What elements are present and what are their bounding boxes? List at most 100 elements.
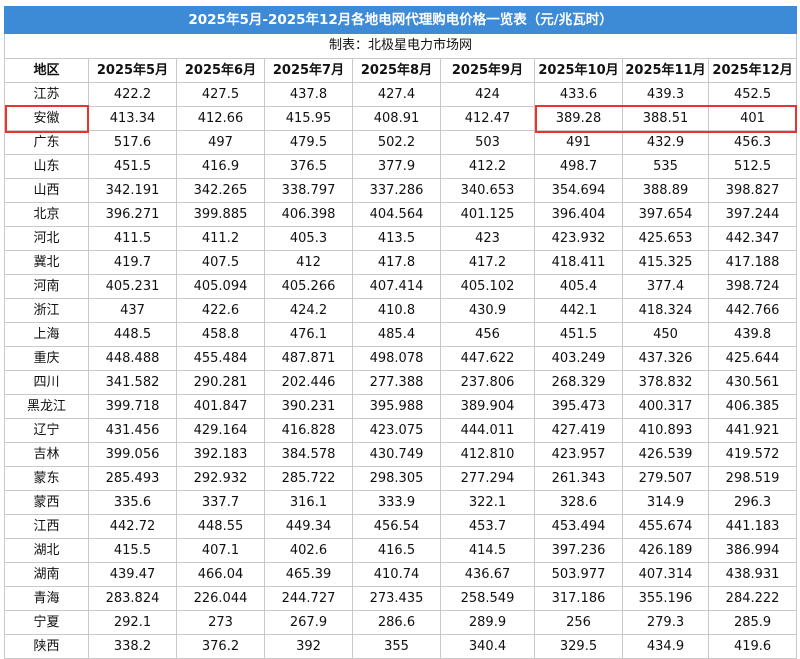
- table-row: 蒙西 335.6 337.7 316.1 333.9 322.1 328.6 314.9 296…: [4, 490, 798, 515]
- price-cell: 337.286: [352, 178, 441, 203]
- price-cell: 424.2: [264, 298, 353, 323]
- price-cell: 419.572: [707, 442, 798, 467]
- price-cell: 422.2: [88, 82, 177, 107]
- price-cell: 444.011: [440, 418, 535, 443]
- price-cell: 354.694: [534, 178, 623, 203]
- price-cell: 433.6: [534, 82, 623, 107]
- price-cell: 419.6: [707, 634, 798, 659]
- price-cell: 441.183: [707, 514, 798, 539]
- table-row: 河南 405.231 405.094 405.266 407.414 405.102 405…: [4, 274, 798, 299]
- price-cell: 398.724: [707, 274, 798, 299]
- price-cell: 283.824: [88, 586, 177, 611]
- price-cell: 411.5: [88, 226, 177, 251]
- price-cell: 426.189: [622, 538, 709, 563]
- price-cell: 449.34: [264, 514, 353, 539]
- price-cell: 401.847: [176, 394, 265, 419]
- price-cell: 376.5: [264, 154, 353, 179]
- price-cell: 292.1: [88, 610, 177, 635]
- table-row: 重庆 448.488 455.484 487.871 498.078 447.622 403…: [4, 346, 798, 371]
- price-cell: 317.186: [534, 586, 623, 611]
- price-cell: 397.654: [622, 202, 709, 227]
- price-cell: 261.343: [534, 466, 623, 491]
- price-cell: 455.674: [622, 514, 709, 539]
- price-cell: 341.582: [88, 370, 177, 395]
- region-cell: 冀北: [4, 250, 89, 275]
- price-cell: 412.810: [440, 442, 535, 467]
- price-cell: 237.806: [440, 370, 535, 395]
- price-cell: 430.9: [440, 298, 535, 323]
- price-cell: 386.994: [707, 538, 798, 563]
- price-cell: 455.484: [176, 346, 265, 371]
- price-cell: 437: [88, 298, 177, 323]
- price-cell: 292.932: [176, 466, 265, 491]
- price-cell: 388.89: [622, 178, 709, 203]
- column-header: 2025年7月: [264, 58, 353, 83]
- table-row: 四川 341.582 290.281 202.446 277.388 237.806 268…: [4, 370, 798, 395]
- price-cell: 448.488: [88, 346, 177, 371]
- price-table-container: 2025年5月-2025年12月各地电网代理购电价格一览表（元/兆瓦时） 制表：…: [3, 6, 798, 659]
- price-cell: 402.6: [264, 538, 353, 563]
- table-row: 江西 442.72 448.55 449.34 456.54 453.7 453.494 45…: [4, 514, 798, 539]
- table-row: 陕西 338.2 376.2 392 355 340.4 329.5 434.9 419.6: [4, 634, 798, 659]
- column-header: 2025年5月: [88, 58, 177, 83]
- region-cell: 青海: [4, 586, 89, 611]
- price-cell: 395.473: [534, 394, 623, 419]
- region-cell: 浙江: [4, 298, 89, 323]
- price-cell: 437.326: [622, 346, 709, 371]
- price-cell: 412.47: [440, 106, 535, 131]
- region-cell: 重庆: [4, 346, 89, 371]
- price-cell: 392.183: [176, 442, 265, 467]
- region-cell: 辽宁: [4, 418, 89, 443]
- price-cell: 290.281: [176, 370, 265, 395]
- table-row: 江苏 422.2 427.5 437.8 427.4 424 433.6 439.3 452.5: [4, 82, 798, 107]
- price-cell: 424: [440, 82, 535, 107]
- price-cell: 277.388: [352, 370, 441, 395]
- price-cell: 267.9: [264, 610, 353, 635]
- column-header: 2025年12月: [707, 58, 798, 83]
- region-cell: 安徽: [4, 106, 89, 131]
- price-cell: 412.2: [440, 154, 535, 179]
- price-cell: 485.4: [352, 322, 441, 347]
- price-cell: 296.3: [707, 490, 798, 515]
- price-cell: 390.231: [264, 394, 353, 419]
- price-cell: 338.2: [88, 634, 177, 659]
- price-cell: 439.8: [707, 322, 798, 347]
- price-cell: 400.317: [622, 394, 709, 419]
- region-cell: 宁夏: [4, 610, 89, 635]
- price-cell: 442.72: [88, 514, 177, 539]
- region-cell: 河北: [4, 226, 89, 251]
- price-cell: 456: [440, 322, 535, 347]
- price-cell: 491: [534, 130, 623, 155]
- price-cell: 405.4: [534, 274, 623, 299]
- price-cell: 407.5: [176, 250, 265, 275]
- price-cell: 403.249: [534, 346, 623, 371]
- price-cell: 342.191: [88, 178, 177, 203]
- price-cell: 498.7: [534, 154, 623, 179]
- price-cell: 322.1: [440, 490, 535, 515]
- table-row: 河北 411.5 411.2 405.3 413.5 423 423.932 425.653 4…: [4, 226, 798, 251]
- price-cell: 395.988: [352, 394, 441, 419]
- price-cell: 423.932: [534, 226, 623, 251]
- price-cell: 279.3: [622, 610, 709, 635]
- region-cell: 山西: [4, 178, 89, 203]
- price-table: 2025年5月-2025年12月各地电网代理购电价格一览表（元/兆瓦时） 制表：…: [3, 6, 798, 659]
- price-cell: 503: [440, 130, 535, 155]
- price-cell: 442.347: [707, 226, 798, 251]
- price-cell: 476.1: [264, 322, 353, 347]
- price-cell: 285.493: [88, 466, 177, 491]
- price-cell: 406.398: [264, 202, 353, 227]
- price-cell: 418.324: [622, 298, 709, 323]
- price-cell: 378.832: [622, 370, 709, 395]
- price-cell: 226.044: [176, 586, 265, 611]
- price-cell: 389.904: [440, 394, 535, 419]
- price-cell: 426.539: [622, 442, 709, 467]
- price-cell: 328.6: [534, 490, 623, 515]
- price-cell: 453.494: [534, 514, 623, 539]
- price-cell: 413.34: [88, 106, 177, 131]
- price-cell: 407.1: [176, 538, 265, 563]
- price-cell: 298.519: [707, 466, 798, 491]
- price-cell: 451.5: [88, 154, 177, 179]
- price-cell: 298.305: [352, 466, 441, 491]
- price-cell: 465.39: [264, 562, 353, 587]
- price-cell: 434.9: [622, 634, 709, 659]
